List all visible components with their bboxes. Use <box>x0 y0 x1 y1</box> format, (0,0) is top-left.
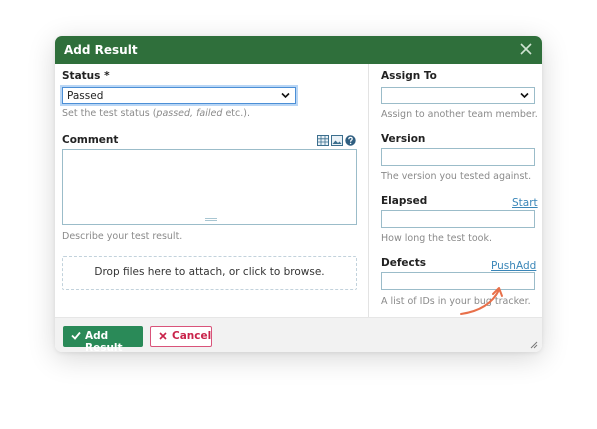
defects-add-link[interactable]: Add <box>516 260 536 272</box>
elapsed-start-link[interactable]: Start <box>512 197 538 209</box>
annotation-arrow-icon <box>460 287 503 315</box>
assign-to-label: Assign To <box>381 70 437 82</box>
close-icon[interactable] <box>519 42 533 56</box>
status-select[interactable]: Passed <box>62 87 296 104</box>
version-label: Version <box>381 133 426 145</box>
table-icon[interactable] <box>317 135 329 146</box>
checkmark-icon <box>71 331 81 340</box>
comment-help: Describe your test result. <box>62 231 183 242</box>
status-help: Set the test status (passed, failed etc.… <box>62 108 250 119</box>
cancel-button[interactable]: Cancel <box>150 326 212 347</box>
defects-label: Defects <box>381 257 427 269</box>
version-input[interactable] <box>381 148 535 166</box>
add-result-button-label: Add Result <box>85 330 123 352</box>
status-label: Status * <box>62 70 110 82</box>
cancel-button-label: Cancel <box>172 330 212 342</box>
comment-toolbar <box>317 135 357 146</box>
assign-to-help: Assign to another team member. <box>381 109 538 120</box>
textarea-resize-grip[interactable] <box>205 218 217 221</box>
attachment-dropzone[interactable]: Drop files here to attach, or click to b… <box>62 256 357 290</box>
chevron-down-icon <box>520 92 529 99</box>
column-divider <box>368 64 369 317</box>
dialog-title-bar: Add Result <box>55 36 542 64</box>
image-icon[interactable] <box>331 135 343 146</box>
assign-to-select[interactable] <box>381 87 535 104</box>
elapsed-label: Elapsed <box>381 195 428 207</box>
chevron-down-icon <box>281 92 290 99</box>
add-result-button[interactable]: Add Result <box>63 326 143 352</box>
version-help: The version you tested against. <box>381 171 532 182</box>
dialog-footer: Add Result Cancel <box>55 317 542 352</box>
defects-push-link[interactable]: Push <box>491 260 516 272</box>
close-icon <box>159 332 167 340</box>
comment-label: Comment <box>62 134 119 146</box>
elapsed-input[interactable] <box>381 210 535 228</box>
help-icon[interactable] <box>345 135 356 146</box>
elapsed-help: How long the test took. <box>381 233 493 244</box>
dialog-title: Add Result <box>64 43 138 57</box>
resize-handle-icon[interactable] <box>529 340 538 349</box>
status-select-value: Passed <box>67 90 104 102</box>
comment-textarea[interactable] <box>62 149 357 225</box>
